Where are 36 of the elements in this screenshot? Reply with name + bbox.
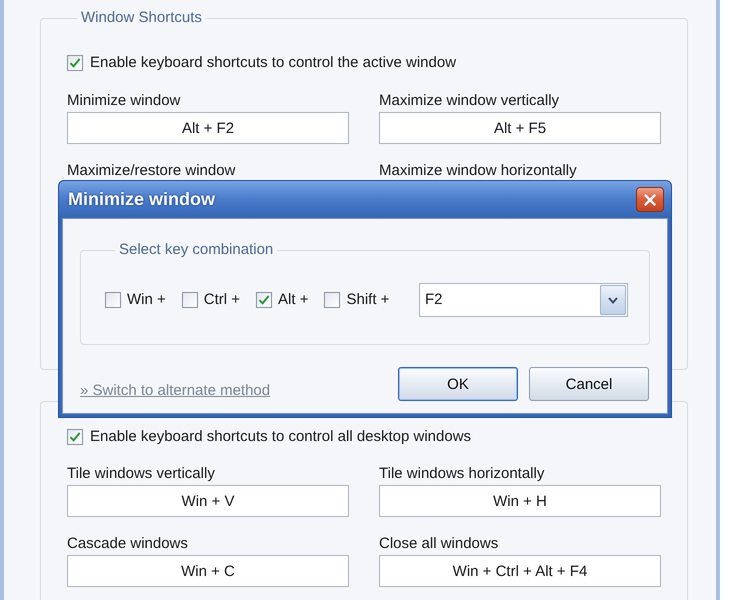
close-icon xyxy=(644,194,656,206)
shortcut-field[interactable]: Win + C xyxy=(67,555,349,587)
checkbox[interactable] xyxy=(182,292,198,308)
checkbox[interactable] xyxy=(324,292,340,308)
checkbox-label: Enable keyboard shortcuts to control the active window xyxy=(90,54,456,72)
checkbox-label: Ctrl + xyxy=(204,291,240,309)
field-label: Cascade windows xyxy=(67,535,188,552)
shortcut-field[interactable]: Alt + F2 xyxy=(67,112,349,144)
field-label: Maximize/restore window xyxy=(67,162,236,179)
group-title: Select key combination xyxy=(118,241,274,259)
field-label: Minimize window xyxy=(67,92,180,109)
field-label: Maximize window horizontally xyxy=(379,162,577,179)
dropdown-arrow-button[interactable] xyxy=(600,285,626,315)
checkbox[interactable] xyxy=(256,292,272,308)
field-label: Tile windows horizontally xyxy=(379,465,544,482)
checkbox[interactable] xyxy=(67,429,83,445)
checkbox-label: Enable keyboard shortcuts to control all desktop windows xyxy=(90,428,472,446)
field-label: Maximize window vertically xyxy=(379,92,560,109)
shortcut-field[interactable]: Win + V xyxy=(67,485,349,517)
field-label: Tile windows vertically xyxy=(67,465,215,482)
checkbox-label: Shift + xyxy=(346,291,390,309)
chevron-down-icon xyxy=(608,296,618,304)
checkbox[interactable] xyxy=(105,292,121,308)
close-button[interactable] xyxy=(636,187,664,212)
checkbox-label: Win + xyxy=(127,291,166,309)
shortcut-field[interactable]: Win + Ctrl + Alt + F4 xyxy=(379,555,661,587)
dialog-title: Minimize window xyxy=(68,189,215,210)
checkbox-label: Alt + xyxy=(278,291,308,309)
shortcut-field[interactable]: Win + H xyxy=(379,485,661,517)
key-dropdown[interactable]: F2 xyxy=(419,283,628,317)
field-label: Close all windows xyxy=(379,535,498,552)
group-title: Window Shortcuts xyxy=(80,9,203,27)
dialog-button[interactable]: OK xyxy=(398,367,518,401)
shortcut-field[interactable]: Alt + F5 xyxy=(379,112,661,144)
dialog-button[interactable]: Cancel xyxy=(529,367,649,401)
checkbox[interactable] xyxy=(67,55,83,71)
